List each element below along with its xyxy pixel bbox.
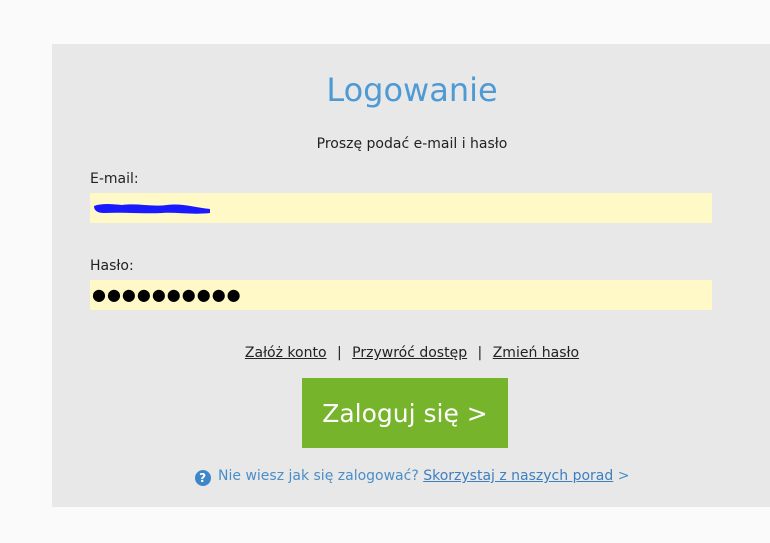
help-advice-link[interactable]: Skorzystaj z naszych porad — [423, 468, 613, 484]
password-label: Hasło: — [90, 258, 134, 274]
restore-access-link[interactable]: Przywróć dostęp — [352, 345, 467, 361]
password-field[interactable]: ●●●●●●●●●● — [90, 280, 712, 310]
link-separator: | — [336, 345, 342, 361]
password-masked-value: ●●●●●●●●●● — [92, 285, 242, 304]
help-line: ? Nie wiesz jak się zalogować? Skorzysta… — [52, 468, 770, 486]
email-field[interactable] — [90, 193, 712, 223]
link-separator: | — [477, 345, 483, 361]
change-password-link[interactable]: Zmień hasło — [493, 345, 579, 361]
page-title: Logowanie — [326, 71, 498, 109]
login-button[interactable]: Zaloguj się > — [302, 378, 508, 448]
question-icon[interactable]: ? — [194, 470, 211, 486]
redacted-email-scribble — [94, 204, 210, 214]
account-links: Załóż konto | Przywróć dostęp | Zmień ha… — [52, 345, 770, 361]
login-panel: Logowanie Proszę podać e-mail i hasło E-… — [52, 44, 770, 507]
email-label: E-mail: — [90, 171, 139, 187]
create-account-link[interactable]: Załóż konto — [245, 345, 327, 361]
login-instructions: Proszę podać e-mail i hasło — [316, 136, 508, 152]
help-arrow: > — [617, 468, 630, 484]
help-text: Nie wiesz jak się zalogować? — [218, 468, 419, 484]
